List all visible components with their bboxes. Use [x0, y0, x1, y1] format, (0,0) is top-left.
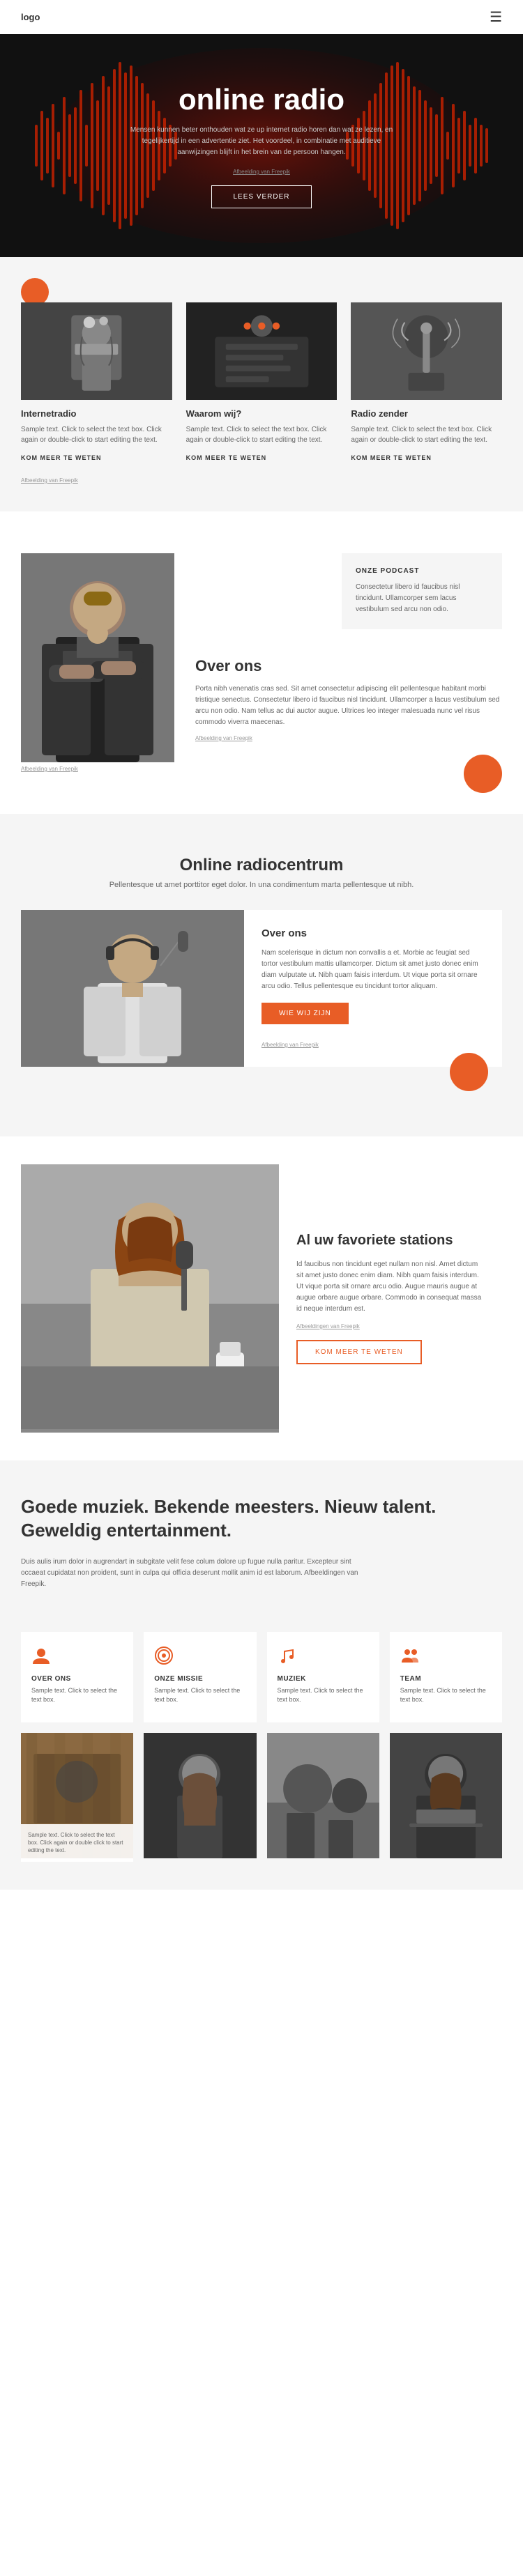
orange-dot-bottom-right — [464, 755, 502, 793]
card1-title: Internetradio — [21, 408, 172, 419]
bottom-tile-3 — [267, 1733, 379, 1862]
tile-team-title: TEAM — [400, 1675, 492, 1683]
bottom-tile-4 — [390, 1733, 502, 1862]
bigtext-section: Goede muziek. Bekende meesters. Nieuw ta… — [0, 1460, 523, 1625]
wie-wij-zijn-button[interactable]: WIE WIJ ZIJN — [262, 1003, 349, 1024]
card-waarom: Waarom wij? Sample text. Click to select… — [186, 302, 338, 463]
radio-info-title: Over ons — [262, 927, 485, 939]
card-internetradio: Internetradio Sample text. Click to sele… — [21, 302, 172, 463]
tiles-grid: OVER ONS Sample text. Click to select th… — [21, 1632, 502, 1722]
hero-content: online radio Mensen kunnen beter onthoud… — [115, 69, 408, 222]
stations-section: Al uw favoriete stations Id faucibus non… — [0, 1136, 523, 1460]
bottom-tile1-text: Sample text. Click to select the text bo… — [28, 1831, 126, 1855]
podcast-attribution: Afbeelding van Freepik — [21, 766, 174, 772]
hamburger-icon[interactable]: ☰ — [490, 8, 502, 26]
tile-onze-missie-icon — [154, 1646, 245, 1669]
bigtext-title: Goede muziek. Bekende meesters. Nieuw ta… — [21, 1495, 439, 1543]
card2-image — [186, 302, 338, 400]
hero-read-more-button[interactable]: LEES VERDER — [211, 185, 311, 208]
over-ons-text: Porta nibh venenatis cras sed. Sit amet … — [195, 684, 502, 728]
card2-link[interactable]: KOM MEER TE WETEN — [186, 454, 267, 461]
radio-image — [21, 910, 244, 1067]
bottom-tile-1: Sample text. Click to select the text bo… — [21, 1733, 133, 1862]
stations-read-more-button[interactable]: KOM MEER TE WETEN — [296, 1340, 422, 1364]
card1-img-svg — [21, 302, 172, 400]
podcast-box: ONZE PODCAST Consectetur libero id fauci… — [342, 553, 502, 629]
card-radio-zender: Radio zender Sample text. Click to selec… — [351, 302, 502, 463]
cards-attribution: Afbeelding van Freepik — [21, 477, 502, 484]
stations-img-svg — [21, 1164, 279, 1429]
tiles-section: OVER ONS Sample text. Click to select th… — [0, 1625, 523, 1890]
card1-text: Sample text. Click to select the text bo… — [21, 424, 172, 445]
tile-muziek-icon — [278, 1646, 369, 1669]
stations-title: Al uw favoriete stations — [296, 1233, 485, 1249]
radio-content: Over ons Nam scelerisque in dictum non c… — [21, 910, 502, 1067]
card1-link[interactable]: KOM MEER TE WETEN — [21, 454, 102, 461]
bottom-tile-2 — [144, 1733, 256, 1862]
bigtext-text: Duis aulis irum dolor in augrendart in s… — [21, 1557, 370, 1590]
hero-section: online radio Mensen kunnen beter onthoud… — [0, 34, 523, 257]
orange-dot-section3 — [450, 1053, 488, 1091]
radio-img-svg — [21, 910, 244, 1063]
tile-onze-missie-text: Sample text. Click to select the text bo… — [154, 1686, 245, 1705]
bottom-tile2-img — [144, 1733, 256, 1858]
bottom-tile4-img — [390, 1733, 502, 1858]
card1-image — [21, 302, 172, 400]
tile-onze-missie-title: ONZE MISSIE — [154, 1675, 245, 1683]
podcast-section: Afbeelding van Freepik ONZE PODCAST Cons… — [0, 511, 523, 814]
podcast-box-title: ONZE PODCAST — [356, 567, 488, 575]
nav-logo[interactable]: logo — [21, 12, 40, 22]
over-ons-attribution: Afbeelding van Freepik — [195, 735, 502, 741]
bottom-row: Sample text. Click to select the text bo… — [21, 1733, 502, 1862]
hero-title: online radio — [129, 83, 394, 116]
radio-section: Online radiocentrum Pellentesque ut amet… — [0, 814, 523, 1136]
tile-muziek[interactable]: MUZIEK Sample text. Click to select the … — [267, 1632, 379, 1722]
bottom-tile3-img — [267, 1733, 379, 1858]
card3-text: Sample text. Click to select the text bo… — [351, 424, 502, 445]
radio-title: Online radiocentrum — [21, 856, 502, 875]
radio-info-text: Nam scelerisque in dictum non convallis … — [262, 948, 485, 992]
podcast-right-col: ONZE PODCAST Consectetur libero id fauci… — [195, 553, 502, 772]
card3-title: Radio zender — [351, 408, 502, 419]
stations-attribution: Afbeeldingen van Freepik — [296, 1323, 485, 1329]
card2-text: Sample text. Click to select the text bo… — [186, 424, 338, 445]
person-icon — [31, 1646, 51, 1665]
tile-over-ons[interactable]: OVER ONS Sample text. Click to select th… — [21, 1632, 133, 1722]
tile-team-text: Sample text. Click to select the text bo… — [400, 1686, 492, 1705]
tile-onze-missie[interactable]: ONZE MISSIE Sample text. Click to select… — [144, 1632, 256, 1722]
card3-img-svg — [351, 302, 502, 400]
navigation: logo ☰ — [0, 0, 523, 34]
tile-team[interactable]: TEAM Sample text. Click to select the te… — [390, 1632, 502, 1722]
radio-subtitle: Pellentesque ut amet porttitor eget dolo… — [21, 881, 502, 889]
hero-text: Mensen kunnen beter onthouden wat ze up … — [129, 125, 394, 158]
card2-title: Waarom wij? — [186, 408, 338, 419]
team-icon — [400, 1646, 420, 1665]
target-icon — [154, 1646, 174, 1665]
tile-over-ons-title: OVER ONS — [31, 1675, 123, 1683]
tile-over-ons-text: Sample text. Click to select the text bo… — [31, 1686, 123, 1705]
music-icon — [278, 1646, 297, 1665]
card3-link[interactable]: KOM MEER TE WETEN — [351, 454, 432, 461]
podcast-person-svg — [21, 553, 174, 762]
hero-attribution: Afbeelding van Freepik — [129, 169, 394, 175]
card2-img-svg — [186, 302, 338, 400]
cards-section: Internetradio Sample text. Click to sele… — [0, 257, 523, 511]
cards-grid: Internetradio Sample text. Click to sele… — [21, 302, 502, 463]
orange-dot-top — [21, 278, 49, 306]
card3-image — [351, 302, 502, 400]
podcast-person-image — [21, 553, 174, 762]
stations-text: Id faucibus non tincidunt eget nullam no… — [296, 1259, 485, 1315]
podcast-box-text: Consectetur libero id faucibus nisl tinc… — [356, 582, 488, 615]
radio-info: Over ons Nam scelerisque in dictum non c… — [244, 910, 502, 1067]
tile-muziek-text: Sample text. Click to select the text bo… — [278, 1686, 369, 1705]
over-ons-title: Over ons — [195, 657, 502, 675]
tile-muziek-title: MUZIEK — [278, 1675, 369, 1683]
stations-image — [21, 1164, 279, 1433]
radio-attribution: Afbeelding van Freepik — [262, 1042, 485, 1048]
tile-team-icon — [400, 1646, 492, 1669]
tile-over-ons-icon — [31, 1646, 123, 1669]
radio-header: Online radiocentrum Pellentesque ut amet… — [21, 856, 502, 889]
stations-content: Al uw favoriete stations Id faucibus non… — [279, 1164, 502, 1433]
podcast-left-col: Afbeelding van Freepik — [21, 553, 174, 772]
